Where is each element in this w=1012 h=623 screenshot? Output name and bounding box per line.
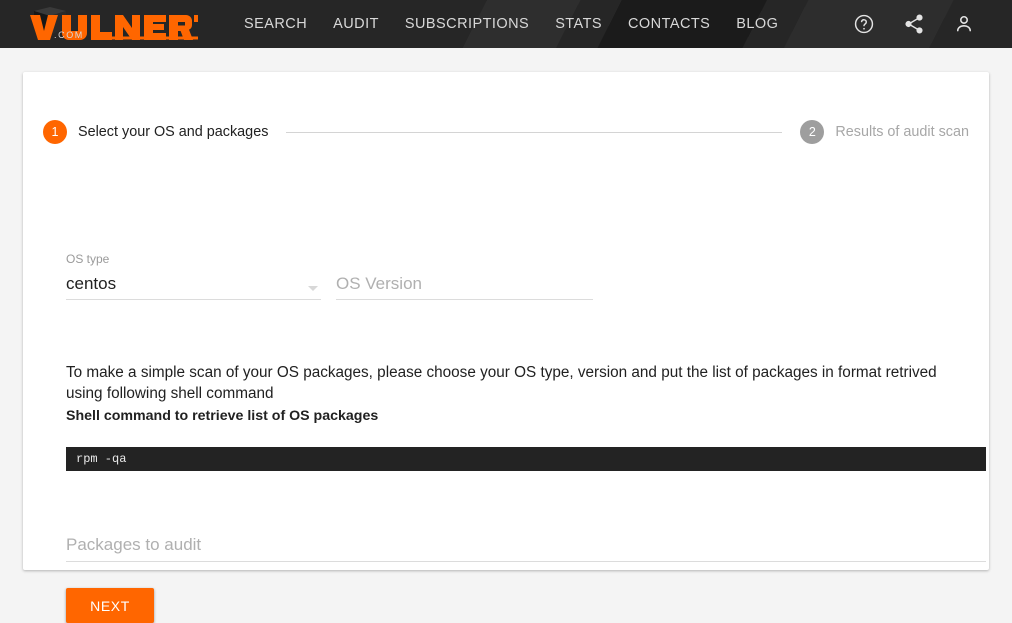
os-type-select[interactable]: centos: [66, 273, 321, 300]
packages-to-audit-input[interactable]: Packages to audit: [66, 534, 986, 562]
audit-card: 1 Select your OS and packages 2 Results …: [23, 72, 989, 623]
nav-contacts[interactable]: CONTACTS: [615, 0, 723, 48]
os-version-placeholder: OS Version: [336, 274, 422, 293]
nav-blog[interactable]: BLOG: [723, 0, 791, 48]
os-type-field[interactable]: OS type centos: [66, 252, 321, 300]
share-icon[interactable]: [902, 12, 926, 36]
site-header: .COM SEARCH AUDIT SUBSCRIPTIONS STATS CO…: [0, 0, 1012, 48]
stepper: 1 Select your OS and packages 2 Results …: [43, 117, 969, 147]
os-version-field[interactable]: OS Version: [336, 273, 593, 300]
shell-command-text: rpm -qa: [76, 452, 127, 466]
next-button[interactable]: NEXT: [66, 588, 154, 623]
stepper-connector: [286, 131, 783, 133]
nav-stats[interactable]: STATS: [542, 0, 615, 48]
chevron-down-icon[interactable]: [308, 286, 318, 291]
main-navigation: SEARCH AUDIT SUBSCRIPTIONS STATS CONTACT…: [231, 0, 791, 48]
account-icon[interactable]: [952, 12, 976, 36]
vulners-logo[interactable]: .COM: [26, 0, 198, 48]
step-1-label: Select your OS and packages: [78, 124, 269, 140]
svg-text:.COM: .COM: [54, 30, 84, 40]
os-type-label: OS type: [66, 252, 110, 266]
step-2-label: Results of audit scan: [835, 124, 969, 140]
shell-command-heading: Shell command to retrieve list of OS pac…: [66, 408, 379, 424]
step-1-number: 1: [43, 120, 67, 144]
step-2[interactable]: 2 Results of audit scan: [800, 120, 969, 144]
instructions-text: To make a simple scan of your OS package…: [66, 364, 937, 403]
step-1[interactable]: 1 Select your OS and packages: [43, 120, 268, 144]
packages-placeholder: Packages to audit: [66, 535, 202, 554]
os-type-value: centos: [66, 274, 117, 293]
help-icon[interactable]: [852, 12, 876, 36]
step-2-number: 2: [800, 120, 825, 144]
nav-subscriptions[interactable]: SUBSCRIPTIONS: [392, 0, 542, 48]
header-icon-group: [852, 12, 976, 36]
nav-search[interactable]: SEARCH: [231, 0, 320, 48]
nav-audit[interactable]: AUDIT: [320, 0, 392, 48]
os-selection-row: OS type centos OS Version: [66, 252, 966, 300]
shell-command-block: rpm -qa: [66, 447, 986, 471]
os-version-input[interactable]: OS Version: [336, 273, 593, 300]
